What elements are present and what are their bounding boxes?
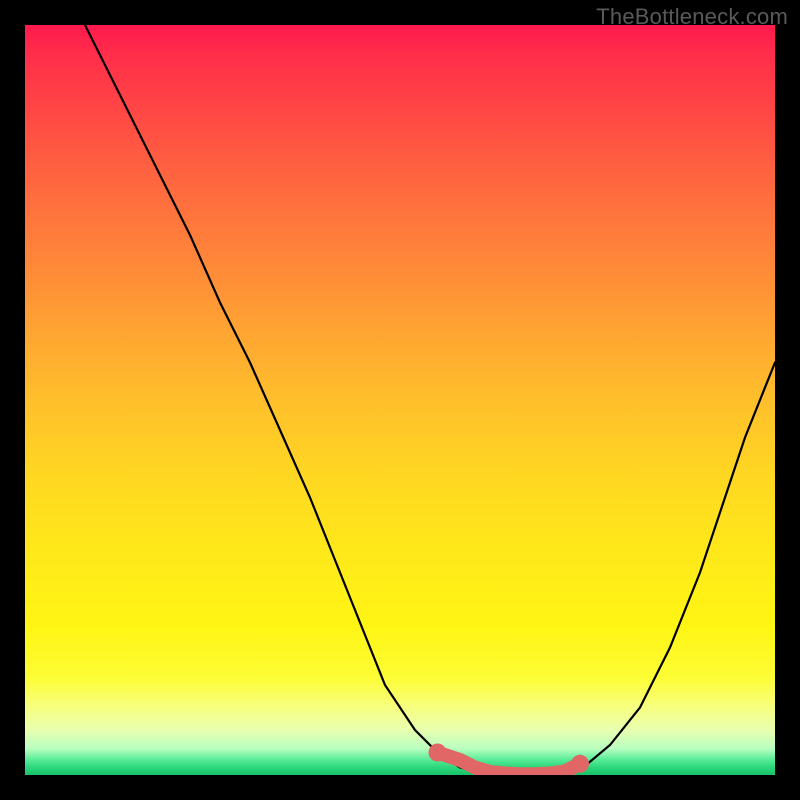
chart-frame: TheBottleneck.com [0,0,800,800]
marker-dot [571,755,589,773]
marker-band [438,753,581,775]
highlight-markers [429,744,590,775]
plot-area [25,25,775,775]
curve-layer [25,25,775,775]
marker-dot [429,744,447,762]
bottleneck-curve [85,25,775,775]
